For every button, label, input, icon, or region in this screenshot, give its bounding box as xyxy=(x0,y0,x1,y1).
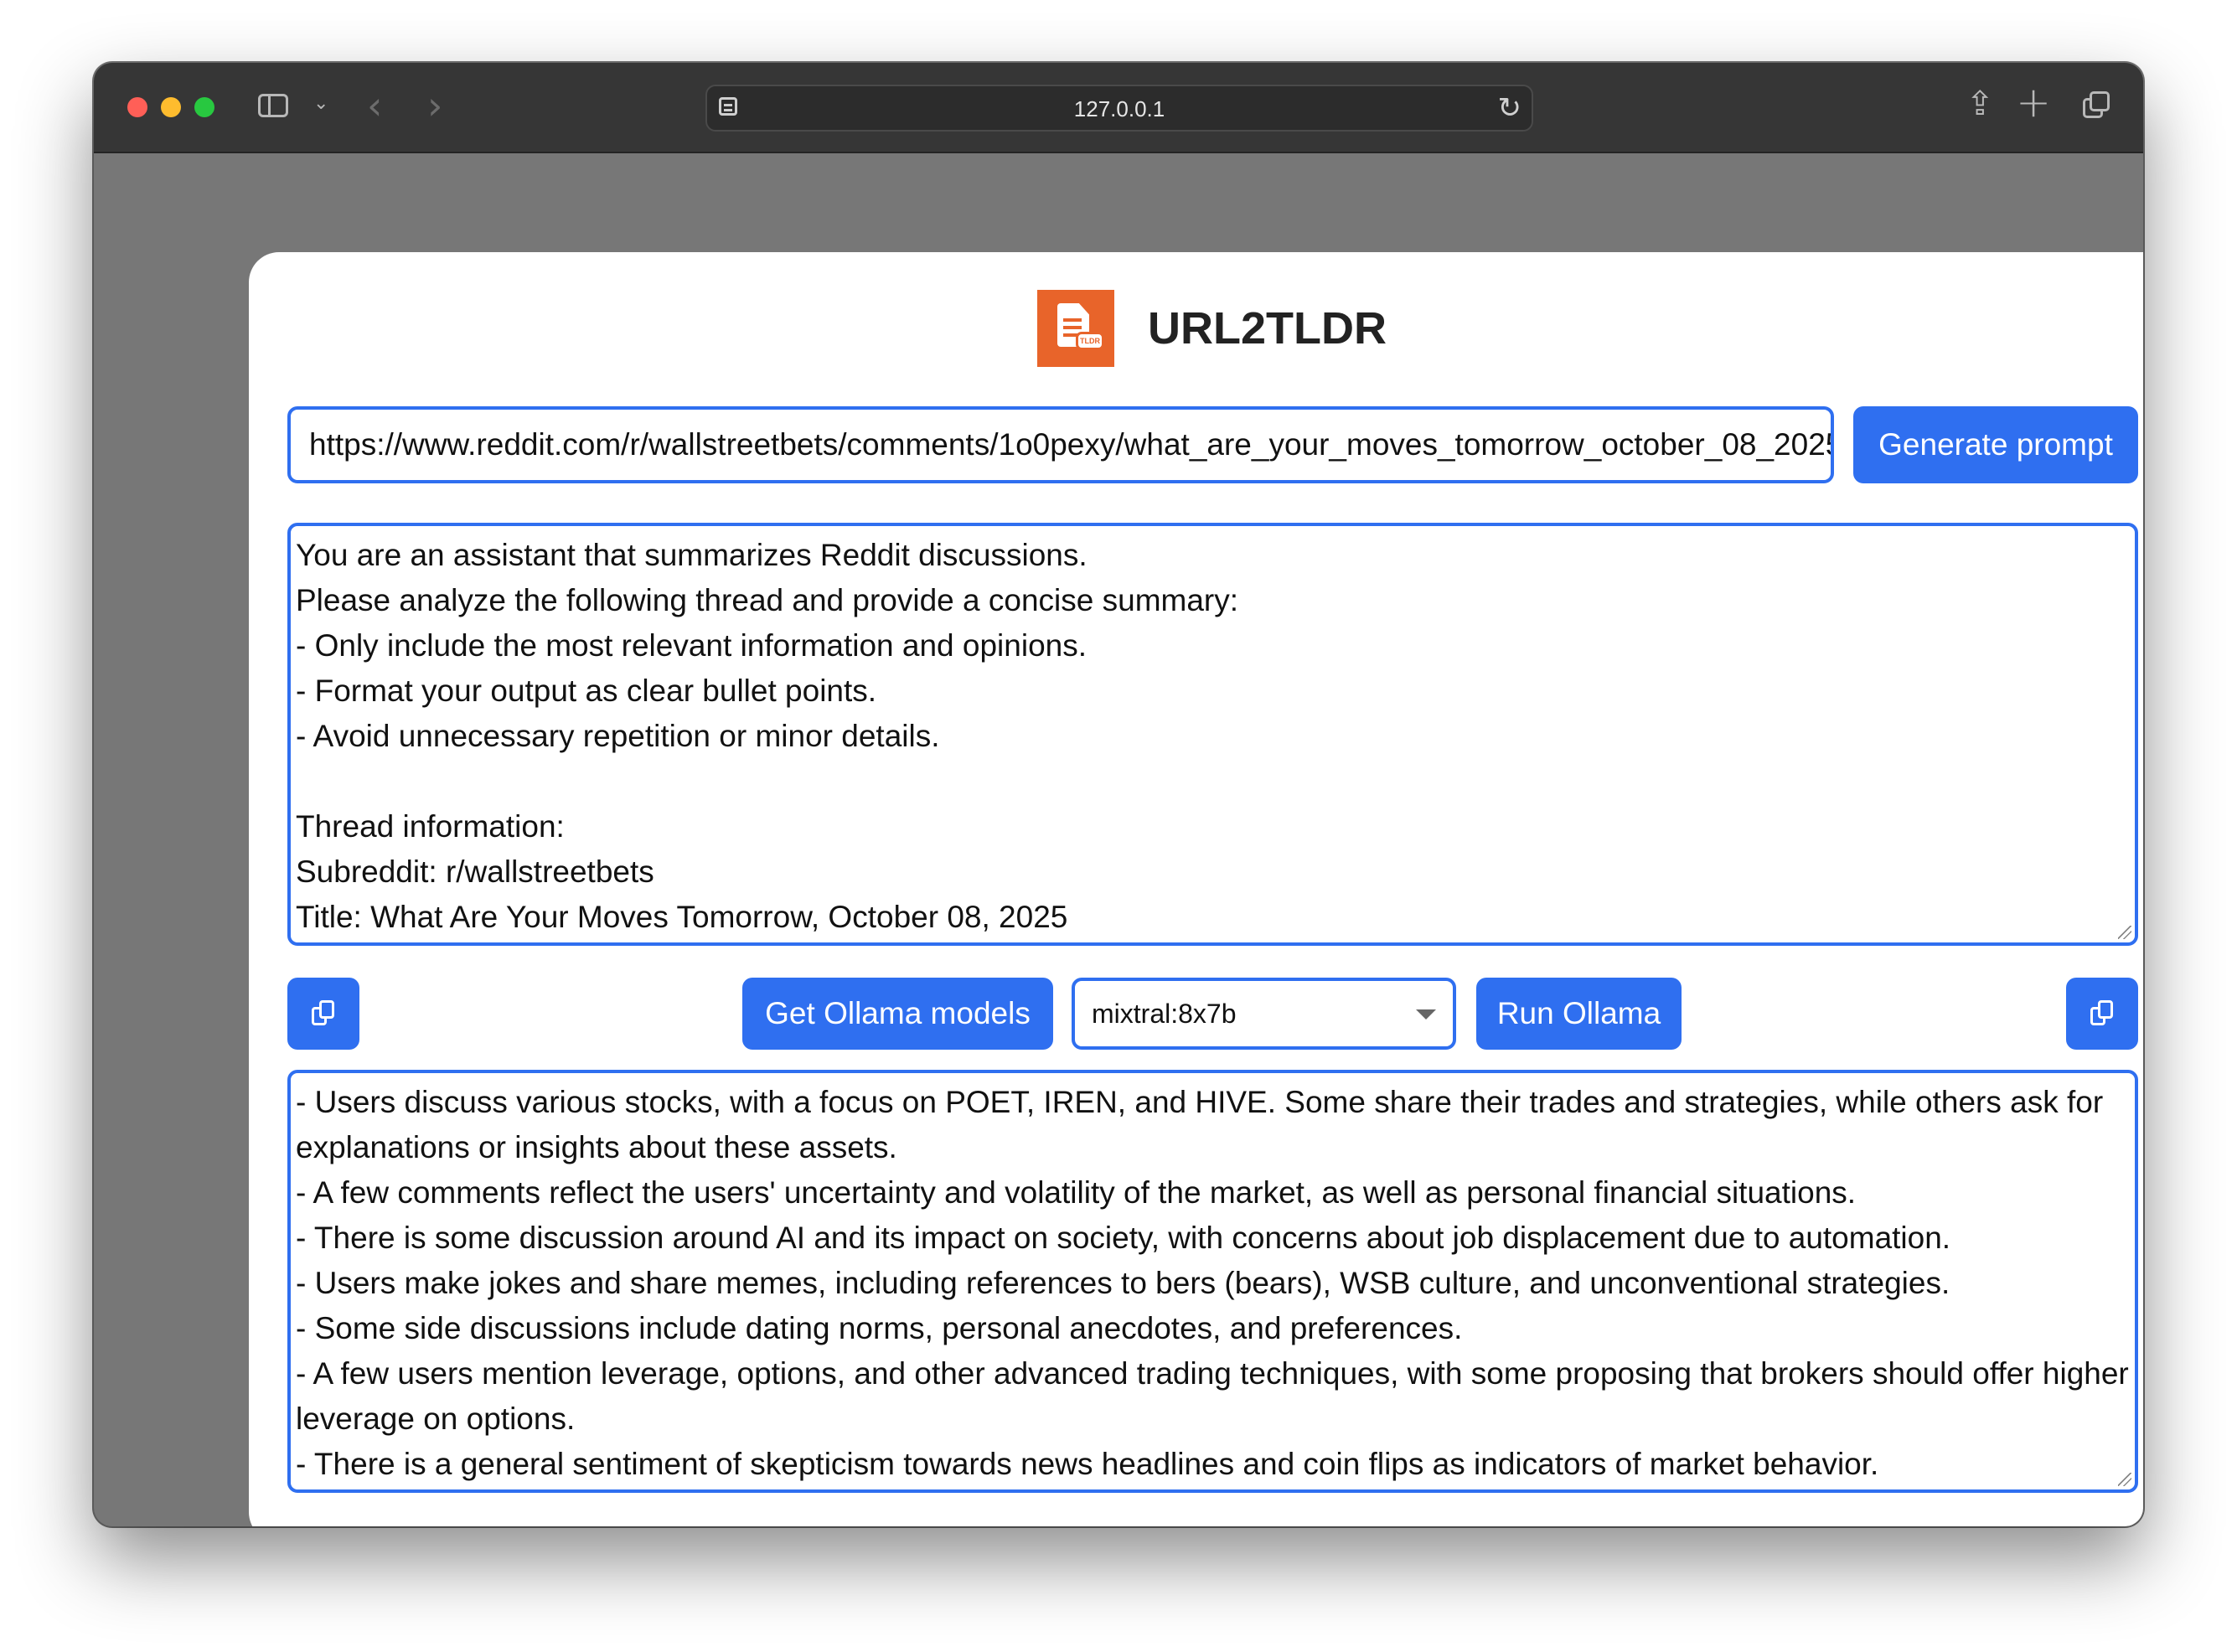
browser-toolbar: ⌄ ‹ › 127.0.0.1 ↻ ⇪ + xyxy=(94,63,2143,153)
minimize-window-button[interactable] xyxy=(161,97,181,117)
prompt-line: Title: What Are Your Moves Tomorrow, Oct… xyxy=(296,900,1068,934)
run-ollama-button[interactable]: Run Ollama xyxy=(1476,978,1682,1050)
share-icon[interactable]: ⇪ xyxy=(1966,85,1994,123)
new-tab-icon[interactable]: + xyxy=(2016,78,2051,126)
browser-window: ⌄ ‹ › 127.0.0.1 ↻ ⇪ + TLDR URL2TLDR http… xyxy=(94,63,2143,1526)
copy-prompt-button[interactable] xyxy=(287,978,359,1050)
resize-handle-icon[interactable] xyxy=(2118,926,2131,939)
output-line: - Users make jokes and share memes, incl… xyxy=(296,1266,1950,1300)
copy-icon xyxy=(312,1000,335,1027)
prompt-line: - Format your output as clear bullet poi… xyxy=(296,674,877,708)
logo-badge: TLDR xyxy=(1076,332,1104,350)
app-header: TLDR URL2TLDR xyxy=(249,290,2143,367)
copy-output-button[interactable] xyxy=(2066,978,2138,1050)
output-line: - There is some discussion around AI and… xyxy=(296,1221,1951,1255)
address-url[interactable]: 127.0.0.1 xyxy=(707,96,1532,122)
prompt-line: - Avoid unnecessary repetition or minor … xyxy=(296,719,940,753)
caret-down-icon xyxy=(1416,1009,1436,1020)
prompt-line xyxy=(296,759,2130,804)
prompt-line: - Only include the most relevant informa… xyxy=(296,628,1088,663)
tab-overview-icon[interactable] xyxy=(2083,91,2110,118)
prompt-line: Thread information: xyxy=(296,809,565,844)
output-line: - Some side discussions include dating n… xyxy=(296,1311,1463,1345)
reload-icon[interactable]: ↻ xyxy=(1498,91,1522,125)
chevron-down-icon[interactable]: ⌄ xyxy=(313,93,328,114)
model-select-value: mixtral:8x7b xyxy=(1092,999,1237,1029)
generate-prompt-button[interactable]: Generate prompt xyxy=(1853,406,2138,483)
prompt-textarea[interactable]: You are an assistant that summarizes Red… xyxy=(287,523,2138,946)
url-input[interactable]: https://www.reddit.com/r/wallstreetbets/… xyxy=(287,406,1834,483)
output-line: - A few users mention leverage, options,… xyxy=(296,1356,2138,1436)
output-textarea[interactable]: - Users discuss various stocks, with a f… xyxy=(287,1070,2138,1493)
app-card: TLDR URL2TLDR https://www.reddit.com/r/w… xyxy=(249,252,2143,1526)
copy-icon xyxy=(2090,1000,2114,1027)
resize-handle-icon[interactable] xyxy=(2118,1473,2131,1486)
model-select[interactable]: mixtral:8x7b xyxy=(1072,978,1456,1050)
output-line: - There is a general sentiment of skepti… xyxy=(296,1447,1879,1481)
app-logo-icon: TLDR xyxy=(1037,290,1114,367)
output-line: - A few comments reflect the users' unce… xyxy=(296,1175,1857,1210)
maximize-window-button[interactable] xyxy=(194,97,214,117)
prompt-line: Subreddit: r/wallstreetbets xyxy=(296,854,654,889)
prompt-line: Please analyze the following thread and … xyxy=(296,583,1239,617)
forward-arrow-icon[interactable]: › xyxy=(427,83,442,128)
address-bar[interactable]: 127.0.0.1 ↻ xyxy=(705,85,1533,132)
page-title: URL2TLDR xyxy=(1148,303,1387,354)
back-arrow-icon[interactable]: ‹ xyxy=(367,83,382,128)
sidebar-toggle-icon[interactable] xyxy=(258,94,288,117)
output-line: - Users discuss various stocks, with a f… xyxy=(296,1085,2112,1164)
close-window-button[interactable] xyxy=(127,97,147,117)
prompt-line: You are an assistant that summarizes Red… xyxy=(296,538,1088,572)
get-ollama-models-button[interactable]: Get Ollama models xyxy=(742,978,1053,1050)
